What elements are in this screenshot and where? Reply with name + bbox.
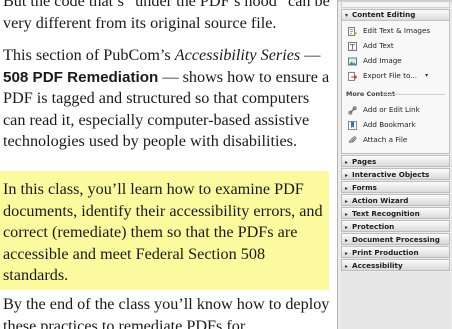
edit-text-images-icon [348, 26, 357, 36]
collapsed-triangle-icon: ▸ [345, 224, 349, 231]
add-text-icon: T [348, 41, 357, 51]
section-label: Forms [352, 183, 377, 192]
tool-add-edit-link[interactable]: Add or Edit Link [348, 104, 420, 116]
section-label: Text Recognition [352, 209, 420, 218]
expanded-triangle-icon: ▾ [345, 12, 349, 19]
tools-pane: ▾ Content Editing Edit Text & Images T Ad… [337, 0, 452, 329]
dropdown-arrow-icon: ▾ [425, 72, 429, 79]
pane-empty-area [341, 272, 450, 329]
tool-add-text[interactable]: T Add Text [348, 40, 394, 52]
section-label: Accessibility [352, 261, 403, 270]
section-text-recognition[interactable]: ▸ Text Recognition [341, 207, 450, 219]
content-editing-header[interactable]: ▾ Content Editing [342, 10, 449, 21]
section-print-production[interactable]: ▸ Print Production [341, 246, 450, 258]
section-action-wizard[interactable]: ▸ Action Wizard [341, 194, 450, 206]
collapsed-triangle-icon: ▸ [345, 211, 349, 218]
bookmark-icon [348, 120, 357, 130]
section-label: Interactive Objects [352, 170, 430, 179]
tool-label: Export File to... [363, 71, 418, 80]
tool-label: Attach a File [363, 135, 408, 144]
link-icon [348, 105, 357, 115]
tool-export-file[interactable]: Export File to... ▾ [348, 70, 428, 82]
paragraph-source-code: But the code that’s “under the PDF’s hoo… [3, 0, 330, 32]
add-image-icon [348, 57, 357, 66]
section-interactive-objects[interactable]: ▸ Interactive Objects [341, 168, 450, 180]
tool-add-bookmark[interactable]: Add Bookmark [348, 119, 416, 131]
section-title: Content Editing [352, 10, 416, 19]
section-forms[interactable]: ▸ Forms [341, 181, 450, 193]
section-label: Pages [352, 157, 377, 166]
series-name: Accessibility Series [174, 46, 301, 64]
section-label: Print Production [352, 248, 419, 257]
attach-file-icon [348, 135, 357, 145]
section-pages[interactable]: ▸ Pages [341, 155, 450, 167]
section-protection[interactable]: ▸ Protection [341, 220, 450, 232]
document-page: But the code that’s “under the PDF’s hoo… [0, 0, 337, 329]
section-document-processing[interactable]: ▸ Document Processing [341, 233, 450, 245]
more-content-divider [383, 94, 445, 95]
svg-text:T: T [350, 43, 355, 51]
tool-label: Add Text [363, 41, 394, 50]
tool-label: Edit Text & Images [363, 26, 431, 35]
section-label: Protection [352, 222, 395, 231]
paragraph-class-end: By the end of the class you’ll know how … [3, 295, 330, 329]
collapsed-triangle-icon: ▸ [345, 198, 349, 205]
section-label: Document Processing [352, 235, 440, 244]
tool-label: Add Bookmark [363, 120, 416, 129]
intro-dash: — [300, 46, 321, 64]
collapsed-triangle-icon: ▸ [345, 172, 349, 179]
pane-collapsed-header [341, 2, 450, 8]
collapsed-triangle-icon: ▸ [345, 250, 349, 257]
tool-label: Add or Edit Link [363, 105, 420, 114]
paragraph-intro: This section of PubCom’s Accessibility S… [3, 45, 333, 153]
tool-label: Add Image [363, 56, 402, 65]
collapsed-triangle-icon: ▸ [345, 185, 349, 192]
paragraph-class-overview: In this class, you’ll learn how to exami… [3, 180, 323, 285]
export-file-icon [348, 71, 358, 81]
collapsed-triangle-icon: ▸ [345, 159, 349, 166]
tool-edit-text-images[interactable]: Edit Text & Images [348, 25, 430, 37]
section-accessibility[interactable]: ▸ Accessibility [341, 259, 450, 271]
tool-attach-file[interactable]: Attach a File [348, 134, 407, 146]
collapsed-triangle-icon: ▸ [345, 263, 349, 270]
tool-add-image[interactable]: Add Image [348, 55, 402, 67]
content-editing-panel: ▾ Content Editing Edit Text & Images T Ad… [341, 9, 450, 154]
section-label: Action Wizard [352, 196, 409, 205]
collapsed-triangle-icon: ▸ [345, 237, 349, 244]
course-title: 508 PDF Remediation [3, 68, 159, 86]
intro-text-start: This section of PubCom’s [3, 46, 175, 64]
